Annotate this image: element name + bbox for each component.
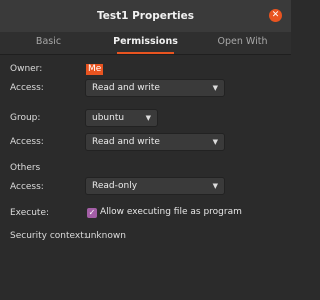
tab-basic[interactable]: Basic xyxy=(0,32,97,54)
security-context-label: Security context: xyxy=(10,231,87,241)
owner-access-value: Read and write xyxy=(92,83,160,93)
execute-checkbox[interactable]: ✓ xyxy=(87,208,97,218)
others-access-value: Read-only xyxy=(92,181,138,191)
group-label: Group: xyxy=(10,113,41,123)
close-button[interactable]: ✕ xyxy=(269,9,282,22)
owner-value: Me xyxy=(86,64,104,75)
execute-label: Execute: xyxy=(10,208,50,218)
title-bar: Test1 Properties ✕ xyxy=(0,0,291,32)
group-dropdown[interactable]: ubuntu ▼ xyxy=(85,109,158,127)
tab-permissions[interactable]: Permissions xyxy=(97,32,194,54)
others-access-dropdown[interactable]: Read-only ▼ xyxy=(85,177,225,195)
others-label: Others xyxy=(10,163,41,173)
owner-access-dropdown[interactable]: Read and write ▼ xyxy=(85,79,225,97)
chevron-down-icon: ▼ xyxy=(212,138,218,146)
close-icon: ✕ xyxy=(271,10,280,20)
execute-checkbox-label[interactable]: Allow executing file as program xyxy=(100,207,242,217)
tab-bar: Basic Permissions Open With xyxy=(0,32,291,55)
chevron-down-icon: ▼ xyxy=(145,114,151,122)
chevron-down-icon: ▼ xyxy=(212,182,218,190)
check-icon: ✓ xyxy=(88,208,96,217)
group-value: ubuntu xyxy=(92,113,125,123)
chevron-down-icon: ▼ xyxy=(212,84,218,92)
group-access-label: Access: xyxy=(10,137,44,147)
window-title: Test1 Properties xyxy=(96,10,194,22)
owner-access-label: Access: xyxy=(10,83,44,93)
others-access-label: Access: xyxy=(10,182,44,192)
security-context-value: unknown xyxy=(85,231,126,241)
group-access-dropdown[interactable]: Read and write ▼ xyxy=(85,133,225,151)
tab-open-with[interactable]: Open With xyxy=(194,32,291,54)
group-access-value: Read and write xyxy=(92,137,160,147)
owner-label: Owner: xyxy=(10,64,43,74)
